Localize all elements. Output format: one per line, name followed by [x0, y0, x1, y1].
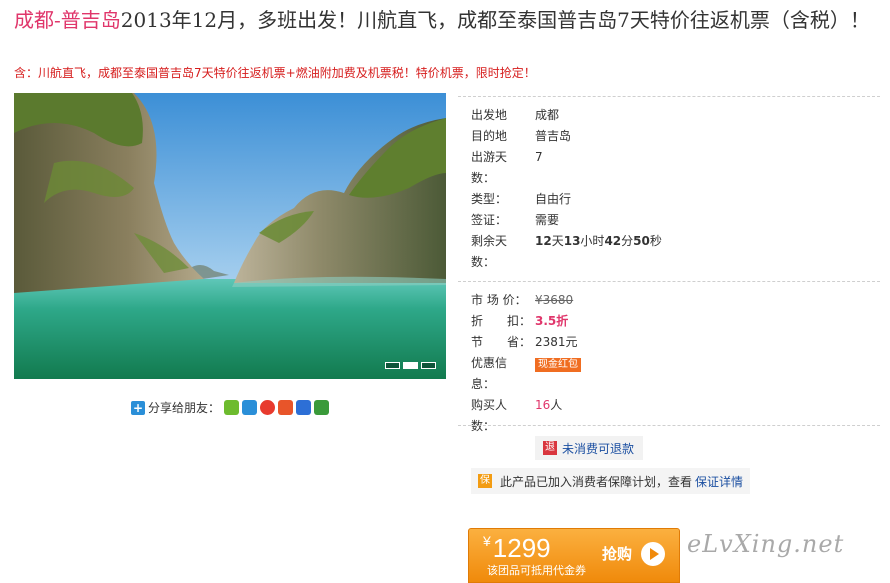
island-landscape-image [14, 93, 446, 379]
slideshow-indicator [385, 362, 436, 369]
deal-price-value: 1299 [492, 533, 551, 563]
market-price-label: 市 场 价： [471, 293, 527, 307]
days-label: 出游天 [471, 150, 508, 164]
buyers-unit: 人 [550, 398, 563, 412]
savings-value: 2381元 [535, 335, 578, 349]
type-label: 类型： [471, 192, 508, 206]
savings-label: 节 省： [471, 335, 532, 349]
departure-value: 成都 [535, 108, 560, 122]
share-bar: + 分享给朋友： [131, 399, 330, 416]
promo-label-cont: 息： [471, 377, 496, 391]
visa-label: 签证： [471, 213, 508, 227]
discount-label: 折 扣： [471, 314, 532, 328]
product-photo[interactable] [14, 93, 446, 379]
slide-dot-1[interactable] [385, 362, 400, 369]
baidu-icon[interactable] [296, 400, 312, 415]
remaining-label: 剩余天 [471, 234, 508, 248]
title-destination[interactable]: 成都-普吉岛 [14, 8, 121, 32]
destination-value: 普吉岛 [535, 129, 572, 143]
play-arrow-icon [641, 542, 665, 566]
destination-label: 目的地 [471, 129, 508, 143]
deal-price: ¥1299 [483, 533, 551, 564]
page-title: 成都-普吉岛2013年12月，多班出发！川航直飞，成都至泰国普吉岛7天特价往返机… [14, 6, 884, 34]
voucher-note: 该团品可抵用代金券 [487, 564, 586, 577]
plus-icon[interactable]: + [131, 400, 145, 415]
guarantee-text: 此产品已加入消费者保障计划，查看 [500, 474, 693, 489]
promo-value: 现金红包 [535, 353, 581, 374]
site-watermark: eLvXing.net [687, 530, 845, 558]
subtitle: 含：川航直飞，成都至泰国普吉岛7天特价往返机票+燃油附加费及机票税！特价机票，限… [14, 66, 536, 80]
deal-price-currency: ¥ [483, 533, 491, 549]
buy-label: 抢购 [602, 545, 633, 563]
market-price-value: ¥3680 [535, 293, 574, 307]
weibo-icon[interactable] [260, 400, 276, 415]
buyers-count: 16 [535, 398, 551, 412]
countdown-seconds-unit: 秒 [649, 234, 662, 248]
douban-icon[interactable] [314, 400, 330, 415]
refund-notice[interactable]: 退 未消费可退款 [535, 436, 643, 460]
refund-label: 未消费可退款 [562, 441, 635, 456]
buyers-label: 购买人 [471, 398, 508, 412]
remaining-label-cont: 数： [471, 255, 496, 269]
countdown-hours-unit: 小时 [580, 234, 605, 248]
divider-bottom [458, 425, 880, 426]
slide-dot-3[interactable] [421, 362, 436, 369]
type-value: 自由行 [535, 192, 572, 206]
qq-space-icon[interactable] [242, 400, 258, 415]
renren-icon[interactable] [278, 400, 294, 415]
countdown-seconds: 50 [633, 234, 650, 248]
countdown-timer: 12天13小时42分50秒 [535, 231, 662, 252]
refund-icon: 退 [543, 441, 557, 455]
consumer-guarantee: 保 此产品已加入消费者保障计划，查看 保证详情 [471, 468, 750, 494]
countdown-days-unit: 天 [551, 234, 564, 248]
share-label: 分享给朋友： [148, 401, 221, 415]
divider-top [458, 96, 880, 97]
days-label-cont: 数： [471, 171, 496, 185]
kaixin-icon[interactable] [224, 400, 240, 415]
countdown-minutes: 42 [604, 234, 622, 248]
countdown-days: 12 [535, 234, 552, 248]
discount-value: 3.5折 [535, 314, 569, 328]
cash-coupon-badge[interactable]: 现金红包 [535, 358, 581, 372]
buyers-value: 16人 [535, 395, 562, 416]
buyers-label-cont: 数： [471, 419, 496, 433]
title-text: 2013年12月，多班出发！川航直飞，成都至泰国普吉岛7天特价往返机票（含税）！ [120, 8, 870, 32]
guarantee-icon: 保 [478, 474, 492, 488]
buy-now-button[interactable]: ¥1299 该团品可抵用代金券 抢购 [468, 528, 680, 583]
visa-value: 需要 [535, 213, 560, 227]
promo-label: 优惠信 [471, 356, 508, 370]
countdown-minutes-unit: 分 [621, 234, 634, 248]
days-value: 7 [535, 150, 543, 164]
countdown-hours: 13 [563, 234, 581, 248]
departure-label: 出发地 [471, 108, 508, 122]
divider-middle [458, 281, 880, 282]
guarantee-details-link[interactable]: 保证详情 [695, 473, 743, 490]
slide-dot-2[interactable] [403, 362, 418, 369]
